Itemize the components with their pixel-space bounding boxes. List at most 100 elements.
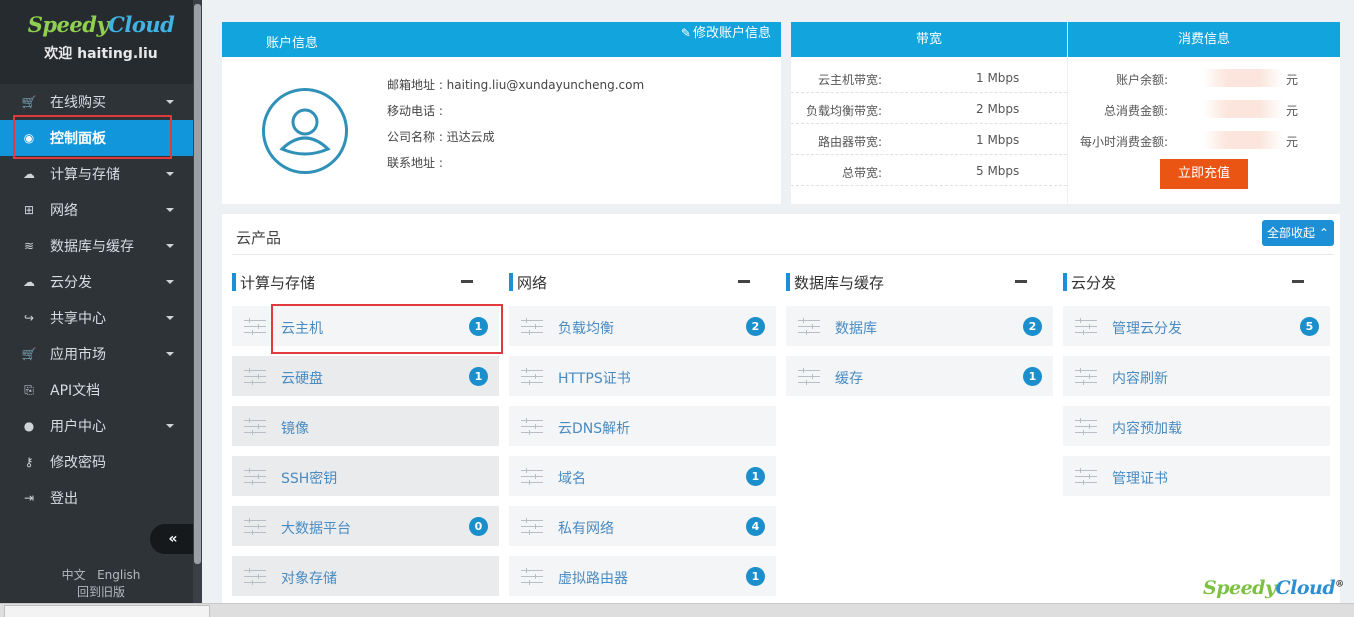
sidebar: SpeedyCloud 欢迎 haiting.liu 🛒 在线购买 ◉ 控制面板 ☁ 计算… (0, 0, 202, 603)
caret-down-icon (166, 316, 174, 320)
collapse-minus-icon[interactable] (1015, 280, 1027, 283)
lang-en-link[interactable]: English (97, 568, 140, 582)
redacted-value (1203, 100, 1283, 118)
sidebar-item-label: 控制面板 (50, 131, 106, 147)
sidebar-item-6[interactable]: ↪ 共享中心 (0, 300, 202, 336)
collapse-all-button[interactable]: 全部收起 ⌃ (1262, 220, 1334, 246)
caret-down-icon (166, 100, 174, 104)
cart-icon: 🛒 (21, 95, 37, 109)
sidebar-item-3[interactable]: ⊞ 网络 (0, 192, 202, 228)
sliders-icon (244, 318, 266, 335)
product-column-header: 计算与存储 (232, 258, 499, 296)
cloud-icon: ☁ (23, 167, 35, 181)
product-item[interactable]: 云硬盘 1 (232, 356, 499, 396)
product-item[interactable]: 管理云分发 5 (1063, 306, 1330, 346)
product-item[interactable]: 内容预加载 (1063, 406, 1330, 446)
cart-icon: 🛒 (21, 347, 37, 361)
sliders-icon (521, 318, 543, 335)
collapse-minus-icon[interactable] (1292, 280, 1304, 283)
product-item[interactable]: 镜像 (232, 406, 499, 446)
product-item[interactable]: 虚拟路由器 1 (509, 556, 776, 596)
products-title: 云产品 (236, 229, 282, 247)
lang-zh-link[interactable]: 中文 (62, 568, 86, 582)
sliders-icon (521, 368, 543, 385)
product-item[interactable]: 数据库 2 (786, 306, 1053, 346)
bandwidth-row: 总带宽: 5 Mbps (791, 155, 1067, 186)
product-item[interactable]: 管理证书 (1063, 456, 1330, 496)
product-column: 计算与存储 云主机 1 云硬盘 1 镜像 SSH密钥 大数据平台 0 对象存储 (232, 258, 499, 596)
sidebar-item-9[interactable]: ● 用户中心 (0, 408, 202, 444)
sidebar-collapse-button[interactable]: « (150, 524, 196, 554)
welcome-text: 欢迎 haiting.liu (44, 46, 158, 62)
sliders-icon (521, 468, 543, 485)
company-field: 公司名称 : 迅达云成 (387, 130, 495, 144)
chevron-up-icon: ⌃ (1318, 226, 1329, 240)
sliders-icon (244, 418, 266, 435)
count-badge: 1 (469, 317, 488, 336)
user-avatar-icon (279, 108, 331, 156)
sidebar-item-10[interactable]: ⚷ 修改密码 (0, 444, 202, 480)
sidebar-item-label: 用户中心 (50, 419, 106, 435)
sidebar-header: SpeedyCloud 欢迎 haiting.liu (0, 0, 202, 84)
product-item-label: HTTPS证书 (558, 371, 631, 387)
sidebar-item-2[interactable]: ☁ 计算与存储 (0, 156, 202, 192)
sidebar-item-8[interactable]: ⎘ API文档 (0, 372, 202, 408)
logout-icon: ⇥ (23, 491, 35, 505)
product-item[interactable]: 域名 1 (509, 456, 776, 496)
sidebar-item-5[interactable]: ☁ 云分发 (0, 264, 202, 300)
dashboard-icon: ◉ (23, 131, 35, 145)
product-item[interactable]: HTTPS证书 (509, 356, 776, 396)
product-item[interactable]: 缓存 1 (786, 356, 1053, 396)
sidebar-item-0[interactable]: 🛒 在线购买 (0, 84, 202, 120)
caret-down-icon (166, 280, 174, 284)
sidebar-item-7[interactable]: 🛒 应用市场 (0, 336, 202, 372)
bandwidth-value: 1 Mbps (976, 71, 1020, 85)
count-badge: 2 (746, 317, 765, 336)
cost-label: 总消费金额: (1103, 104, 1168, 118)
product-item[interactable]: SSH密钥 (232, 456, 499, 496)
product-item[interactable]: 大数据平台 0 (232, 506, 499, 546)
product-item[interactable]: 私有网络 4 (509, 506, 776, 546)
bandwidth-label: 云主机带宽: (817, 73, 882, 87)
product-item-label: 管理证书 (1112, 471, 1168, 487)
sidebar-scrollbar[interactable] (194, 4, 201, 564)
old-version-link[interactable]: 回到旧版 (0, 583, 202, 600)
sliders-icon (244, 468, 266, 485)
caret-down-icon (166, 208, 174, 212)
accent-bar (786, 273, 790, 291)
product-item[interactable]: 对象存储 (232, 556, 499, 596)
count-badge: 1 (746, 567, 765, 586)
product-item[interactable]: 内容刷新 (1063, 356, 1330, 396)
key-icon: ⚷ (24, 455, 34, 469)
mobile-field: 移动电话 : (387, 104, 443, 118)
sliders-icon (1075, 468, 1097, 485)
collapse-minus-icon[interactable] (461, 280, 473, 283)
cost-row: 每小时消费金额: 元 (1068, 124, 1340, 155)
copy-icon: ⎘ (24, 382, 34, 397)
product-item[interactable]: 负载均衡 2 (509, 306, 776, 346)
sliders-icon (1075, 418, 1097, 435)
product-item[interactable]: 云主机 1 (232, 306, 499, 346)
collapse-minus-icon[interactable] (738, 280, 750, 283)
brand-logo[interactable]: SpeedyCloud (0, 12, 202, 37)
product-item-label: 镜像 (281, 421, 309, 437)
caret-down-icon (166, 244, 174, 248)
sidebar-item-label: 数据库与缓存 (50, 239, 134, 255)
product-item-label: 云硬盘 (281, 371, 323, 387)
product-column-title: 计算与存储 (240, 274, 316, 292)
product-item[interactable]: 云DNS解析 (509, 406, 776, 446)
bandwidth-row: 路由器带宽: 1 Mbps (791, 124, 1067, 155)
product-item-label: 数据库 (835, 321, 877, 337)
recharge-button[interactable]: 立即充值 (1160, 159, 1248, 189)
sidebar-item-11[interactable]: ⇥ 登出 (0, 480, 202, 516)
sidebar-item-4[interactable]: ≋ 数据库与缓存 (0, 228, 202, 264)
product-item-label: 管理云分发 (1112, 321, 1182, 337)
product-item-label: 虚拟路由器 (558, 571, 628, 587)
bandwidth-row: 云主机带宽: 1 Mbps (791, 62, 1067, 93)
browser-tab[interactable] (4, 605, 210, 617)
count-badge: 0 (469, 517, 488, 536)
sidebar-item-1[interactable]: ◉ 控制面板 (0, 120, 202, 156)
sliders-icon (244, 568, 266, 585)
bandwidth-panel: 带宽 云主机带宽: 1 Mbps 负载均衡带宽: 2 Mbps 路由器带宽: 1 Mbps… (791, 22, 1067, 204)
edit-account-link[interactable]: ✎ 修改账户信息 (681, 22, 771, 41)
